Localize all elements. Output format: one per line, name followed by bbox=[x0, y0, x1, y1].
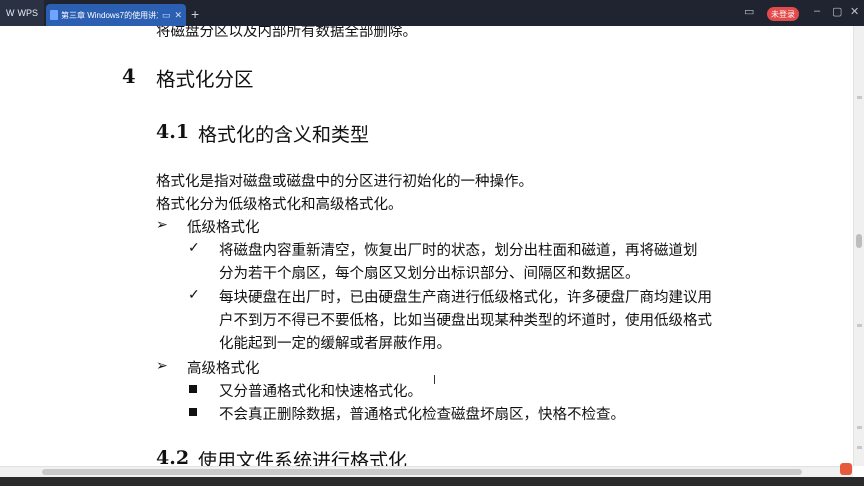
section-4-number: 4 bbox=[122, 65, 136, 88]
wps-logo-icon: W bbox=[5, 8, 15, 18]
high-item-1: 又分普通格式化和快速格式化。 bbox=[219, 384, 422, 400]
low-item-1-line-2: 分为若干个扇区，每个扇区又划分出标识部分、间隔区和数据区。 bbox=[219, 266, 640, 282]
high-level-title: 高级格式化 bbox=[187, 361, 260, 377]
tab-window-icon[interactable]: ▭ bbox=[162, 10, 171, 21]
minimize-icon[interactable]: – bbox=[814, 5, 820, 17]
horizontal-scrollbar[interactable] bbox=[0, 466, 853, 477]
check-bullet-icon: ✓ bbox=[188, 287, 200, 303]
scroll-marker bbox=[857, 324, 862, 327]
document-tab-title: 第三章 Windows7的使用讲义 bbox=[61, 10, 158, 20]
document-tab[interactable]: 第三章 Windows7的使用讲义 ▭ ✕ bbox=[46, 4, 186, 26]
restore-icon[interactable]: ▢ bbox=[832, 5, 842, 18]
check-bullet-icon: ✓ bbox=[188, 240, 200, 256]
square-bullet-icon bbox=[189, 408, 197, 416]
low-item-1-line-1: 将磁盘内容重新清空，恢复出厂时的状态，划分出柱面和磁道，再将磁道划 bbox=[219, 243, 698, 259]
document-page[interactable]: 将磁盘分区以及内部所有数据全部删除。 4 格式化分区 4.1 格式化的含义和类型… bbox=[0, 26, 853, 466]
low-item-2-line-1: 每块硬盘在出厂时，已由硬盘生产商进行低级格式化，许多硬盘厂商均建议用 bbox=[219, 290, 712, 306]
mouse-cursor-icon bbox=[434, 375, 441, 384]
paragraph-types: 格式化分为低级格式化和高级格式化。 bbox=[156, 197, 403, 213]
scroll-marker bbox=[857, 426, 862, 429]
vertical-scrollbar[interactable] bbox=[853, 26, 864, 466]
section-4-title: 格式化分区 bbox=[156, 68, 254, 91]
vertical-scroll-thumb[interactable] bbox=[856, 234, 862, 248]
arrow-bullet-icon: ➢ bbox=[156, 358, 168, 374]
horizontal-scroll-thumb[interactable] bbox=[42, 469, 802, 475]
close-icon[interactable]: ✕ bbox=[850, 5, 859, 18]
app-name: WPS bbox=[17, 8, 38, 18]
paragraph-definition: 格式化是指对磁盘或磁盘中的分区进行初始化的一种操作。 bbox=[156, 174, 533, 190]
section-4-2-number: 4.2 bbox=[156, 447, 190, 466]
title-bar: W WPS 第三章 Windows7的使用讲义 ▭ ✕ + ▭ 未登录 – ▢ … bbox=[0, 0, 864, 26]
window-layout-icon[interactable]: ▭ bbox=[744, 5, 754, 18]
high-item-2: 不会真正删除数据，普通格式化检查磁盘坏扇区，快格不检查。 bbox=[219, 407, 625, 423]
document-icon bbox=[50, 10, 58, 20]
status-bar bbox=[0, 477, 864, 486]
scroll-marker bbox=[857, 446, 862, 449]
section-4-1-title: 格式化的含义和类型 bbox=[198, 124, 370, 146]
section-4-1-number: 4.1 bbox=[156, 121, 190, 143]
wps-home-tab[interactable]: W WPS bbox=[0, 0, 44, 26]
square-bullet-icon bbox=[189, 385, 197, 393]
low-item-2-line-3: 化能起到一定的缓解或者屏蔽作用。 bbox=[219, 336, 451, 352]
section-4-2-title: 使用文件系统进行格式化 bbox=[198, 450, 408, 466]
new-tab-plus-icon[interactable]: + bbox=[191, 6, 199, 22]
low-level-title: 低级格式化 bbox=[187, 220, 260, 236]
low-item-2-line-2: 户不到万不得已不要低格，比如当硬盘出现某种类型的坏道时，使用低级格式 bbox=[219, 313, 712, 329]
scroll-marker bbox=[857, 96, 862, 99]
top-partial-line: 将磁盘分区以及内部所有数据全部删除。 bbox=[156, 26, 417, 40]
tab-close-icon[interactable]: ✕ bbox=[174, 10, 182, 21]
login-button[interactable]: 未登录 bbox=[767, 7, 799, 21]
arrow-bullet-icon: ➢ bbox=[156, 217, 168, 233]
watermark-logo-icon bbox=[840, 463, 852, 475]
